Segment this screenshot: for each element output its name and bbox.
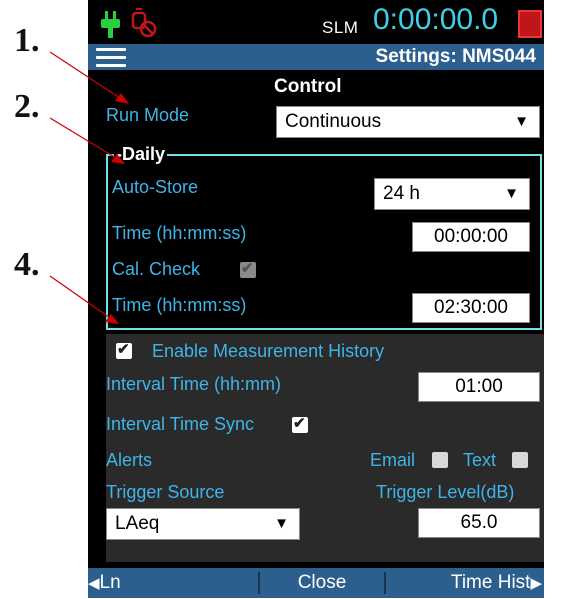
elapsed-timer: 0:00:00.0: [373, 3, 499, 36]
annotation-marker-4: 4.: [14, 246, 40, 283]
page-title: Settings: NMS044: [375, 46, 536, 67]
annotation-marker-2: 2.: [14, 88, 40, 125]
email-checkbox[interactable]: [432, 452, 448, 468]
auto-store-value: 24 h: [383, 183, 420, 204]
status-bar: SLM 0:00:00.0: [88, 0, 544, 44]
right-arrow-icon: ▶: [530, 575, 542, 592]
run-mode-value: Continuous: [285, 111, 382, 132]
daily-legend: -Daily: [114, 144, 168, 165]
close-button[interactable]: Close: [260, 568, 384, 598]
auto-store-select[interactable]: 24 h ▼: [374, 178, 530, 210]
trigger-level-label: Trigger Level(dB): [376, 482, 515, 502]
cal-time-input[interactable]: 02:30:00: [412, 293, 530, 323]
dropdown-arrow-icon: ▼: [514, 113, 529, 130]
slm-mode-label: SLM: [322, 18, 359, 37]
ln-label: Ln: [99, 572, 121, 593]
device-screen: SLM 0:00:00.0 Settings: NMS044 Control R…: [88, 0, 544, 598]
interval-time-input[interactable]: 01:00: [418, 372, 540, 402]
text-checkbox[interactable]: [512, 452, 528, 468]
dropdown-arrow-icon: ▼: [274, 515, 289, 532]
daily-legend-label: Daily: [122, 144, 166, 164]
run-mode-label: Run Mode: [106, 105, 190, 125]
interval-sync-checkbox[interactable]: [292, 414, 308, 433]
left-arrow-icon: ◀: [88, 575, 100, 592]
power-plug-icon: [101, 11, 120, 38]
time-hist-button[interactable]: Time Hist▶: [386, 568, 542, 598]
trigger-source-value: LAeq: [115, 513, 160, 534]
cal-time-label: Time (hh:mm:ss): [112, 295, 247, 315]
alarm-off-icon: [131, 8, 157, 38]
cal-check-checkbox[interactable]: [240, 259, 256, 278]
email-label: Email: [370, 450, 416, 470]
enable-history-label: Enable Measurement History: [152, 341, 385, 361]
alerts-label: Alerts: [106, 450, 153, 470]
run-mode-select[interactable]: Continuous ▼: [276, 106, 540, 138]
ln-button[interactable]: ◀Ln: [88, 568, 258, 598]
cal-check-label: Cal. Check: [112, 259, 201, 279]
close-label: Close: [297, 572, 347, 593]
dropdown-arrow-icon: ▼: [504, 185, 519, 202]
stop-button[interactable]: [518, 10, 542, 38]
title-bar: Settings: NMS044: [88, 44, 544, 70]
store-time-input[interactable]: 00:00:00: [412, 222, 530, 252]
auto-store-label: Auto-Store: [112, 177, 199, 197]
interval-time-label: Interval Time (hh:mm): [106, 374, 282, 394]
trigger-level-input[interactable]: 65.0: [418, 508, 540, 538]
bottom-nav-bar: ◀Ln Close Time Hist▶: [88, 568, 544, 598]
trigger-source-select[interactable]: LAeq ▼: [106, 508, 300, 540]
time-label: Time (hh:mm:ss): [112, 223, 247, 243]
control-heading: Control: [274, 76, 342, 97]
hamburger-menu-icon[interactable]: [96, 48, 126, 68]
interval-sync-label: Interval Time Sync: [106, 414, 255, 434]
time-hist-label: Time Hist: [450, 572, 531, 593]
enable-history-checkbox[interactable]: [116, 340, 132, 359]
text-label: Text: [463, 450, 497, 470]
trigger-source-label: Trigger Source: [106, 482, 225, 502]
annotation-marker-1: 1.: [14, 22, 40, 59]
